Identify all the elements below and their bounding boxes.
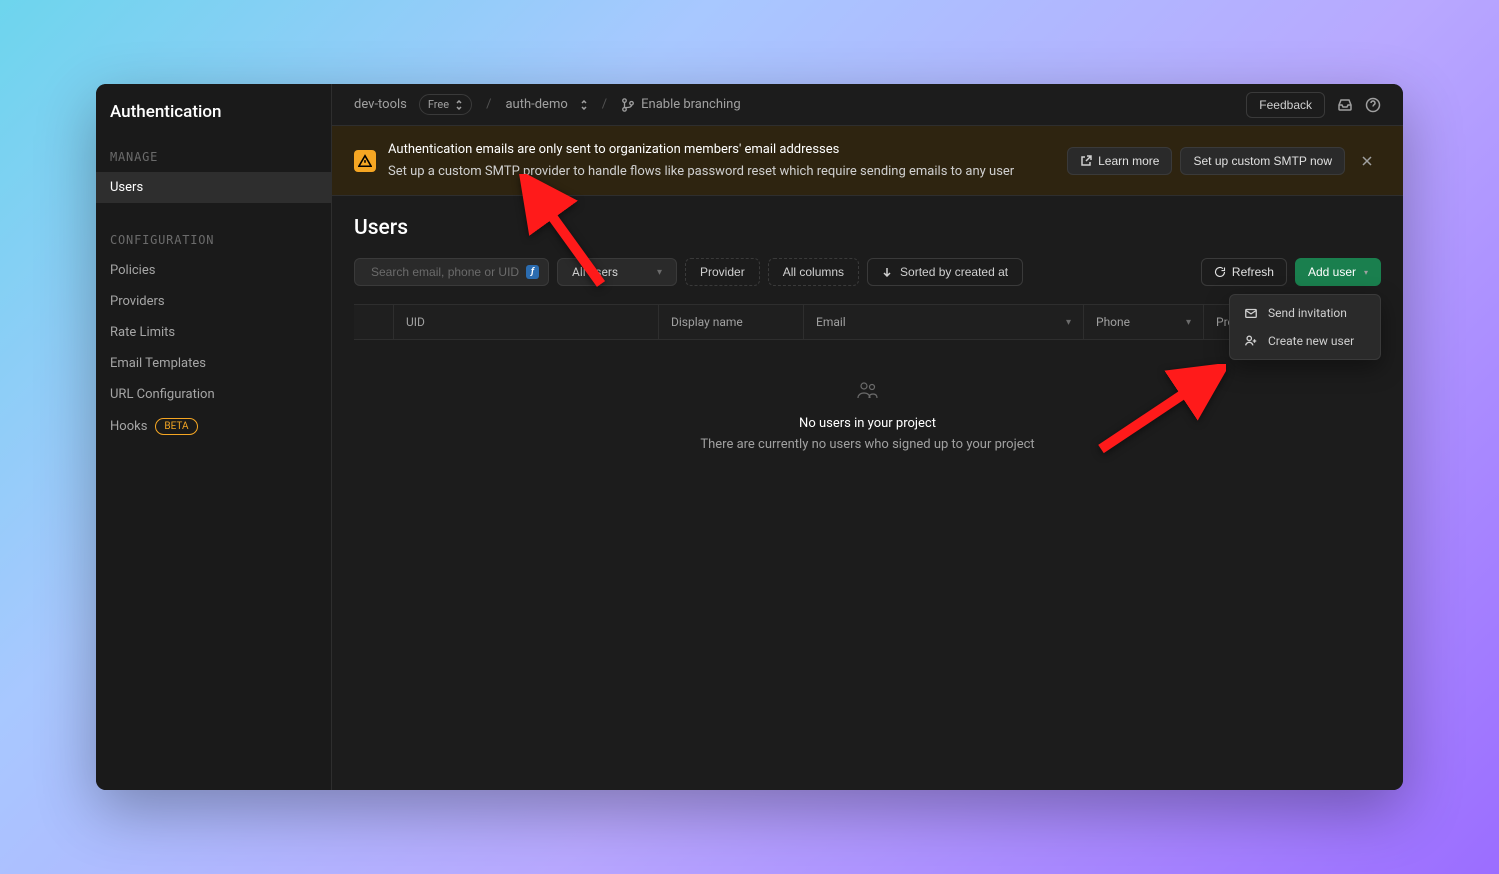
feedback-button[interactable]: Feedback xyxy=(1246,92,1325,118)
users-icon xyxy=(855,380,881,400)
column-phone[interactable]: Phone▾ xyxy=(1084,305,1204,339)
empty-state: No users in your project There are curre… xyxy=(354,340,1381,492)
breadcrumb-separator: / xyxy=(600,97,609,112)
sidebar-item-policies[interactable]: Policies xyxy=(96,255,331,286)
topbar: dev-tools Free / auth-demo / Enable bran… xyxy=(332,84,1403,126)
sidebar-item-providers[interactable]: Providers xyxy=(96,286,331,317)
refresh-icon xyxy=(1214,266,1226,278)
column-email[interactable]: Email▾ xyxy=(804,305,1084,339)
close-banner-button[interactable] xyxy=(1353,151,1381,171)
page-title: Users xyxy=(354,216,1381,240)
arrow-down-icon xyxy=(882,267,892,277)
sidebar-item-hooks[interactable]: Hooks BETA xyxy=(96,410,331,443)
chevron-down-icon: ▾ xyxy=(657,267,662,278)
chevron-up-down-icon xyxy=(580,100,588,110)
app-title: Authentication xyxy=(96,84,331,140)
sidebar-item-rate-limits[interactable]: Rate Limits xyxy=(96,317,331,348)
breadcrumb-org[interactable]: dev-tools xyxy=(354,97,407,112)
user-plus-icon xyxy=(1244,334,1258,348)
sidebar-item-email-templates[interactable]: Email Templates xyxy=(96,348,331,379)
sidebar-item-url-configuration[interactable]: URL Configuration xyxy=(96,379,331,410)
send-invitation-item[interactable]: Send invitation xyxy=(1234,299,1376,327)
plan-badge[interactable]: Free xyxy=(419,94,472,115)
beta-badge: BETA xyxy=(155,418,197,435)
banner-subtitle: Set up a custom SMTP provider to handle … xyxy=(388,162,1055,182)
learn-more-button[interactable]: Learn more xyxy=(1067,147,1172,175)
inbox-icon[interactable] xyxy=(1337,97,1353,113)
add-user-dropdown: Send invitation Create new user xyxy=(1229,294,1381,360)
enable-branching-button[interactable]: Enable branching xyxy=(621,97,741,112)
chevron-down-icon: ▾ xyxy=(1186,317,1191,328)
refresh-button[interactable]: Refresh xyxy=(1201,258,1287,286)
keyboard-shortcut-badge: ƒ xyxy=(526,265,539,279)
search-input[interactable] xyxy=(371,265,526,279)
sidebar-section-configuration: CONFIGURATION Policies Providers Rate Li… xyxy=(96,223,331,443)
filter-columns-button[interactable]: All columns xyxy=(768,258,859,286)
warning-icon xyxy=(354,150,376,172)
empty-subtitle: There are currently no users who signed … xyxy=(700,437,1034,452)
sort-button[interactable]: Sorted by created at xyxy=(867,258,1023,286)
section-label: CONFIGURATION xyxy=(96,223,331,255)
sidebar: Authentication MANAGE Users CONFIGURATIO… xyxy=(96,84,332,790)
search-input-wrapper[interactable]: ƒ xyxy=(354,258,549,286)
app-window: Authentication MANAGE Users CONFIGURATIO… xyxy=(96,84,1403,790)
users-toolbar: ƒ All users ▾ Provider All columns Sorte… xyxy=(354,258,1381,286)
setup-smtp-button[interactable]: Set up custom SMTP now xyxy=(1180,147,1345,175)
section-label: MANAGE xyxy=(96,140,331,172)
sidebar-section-manage: MANAGE Users xyxy=(96,140,331,203)
column-display-name[interactable]: Display name xyxy=(659,305,804,339)
chevron-down-icon: ▾ xyxy=(1066,317,1071,328)
sidebar-item-users[interactable]: Users xyxy=(96,172,331,203)
breadcrumb-separator: / xyxy=(484,97,493,112)
column-uid[interactable]: UID xyxy=(394,305,659,339)
banner-title: Authentication emails are only sent to o… xyxy=(388,140,1055,160)
smtp-warning-banner: Authentication emails are only sent to o… xyxy=(332,126,1403,196)
create-new-user-item[interactable]: Create new user xyxy=(1234,327,1376,355)
page-content: Users ƒ All users ▾ Provider All columns… xyxy=(332,196,1403,512)
filter-users-dropdown[interactable]: All users ▾ xyxy=(557,258,677,286)
filter-provider-button[interactable]: Provider xyxy=(685,258,760,286)
add-user-button[interactable]: Add user ▾ xyxy=(1295,258,1381,286)
main-content: dev-tools Free / auth-demo / Enable bran… xyxy=(332,84,1403,790)
column-checkbox[interactable] xyxy=(354,305,394,339)
close-icon xyxy=(1361,155,1373,167)
breadcrumb-project[interactable]: auth-demo xyxy=(505,97,567,112)
mail-icon xyxy=(1244,306,1258,320)
empty-title: No users in your project xyxy=(799,416,936,431)
help-icon[interactable] xyxy=(1365,97,1381,113)
users-table-header: UID Display name Email▾ Phone▾ Provider xyxy=(354,304,1381,340)
chevron-down-icon: ▾ xyxy=(1364,268,1368,277)
chevron-up-down-icon xyxy=(455,100,463,110)
branch-icon xyxy=(621,98,635,112)
external-link-icon xyxy=(1080,155,1092,167)
